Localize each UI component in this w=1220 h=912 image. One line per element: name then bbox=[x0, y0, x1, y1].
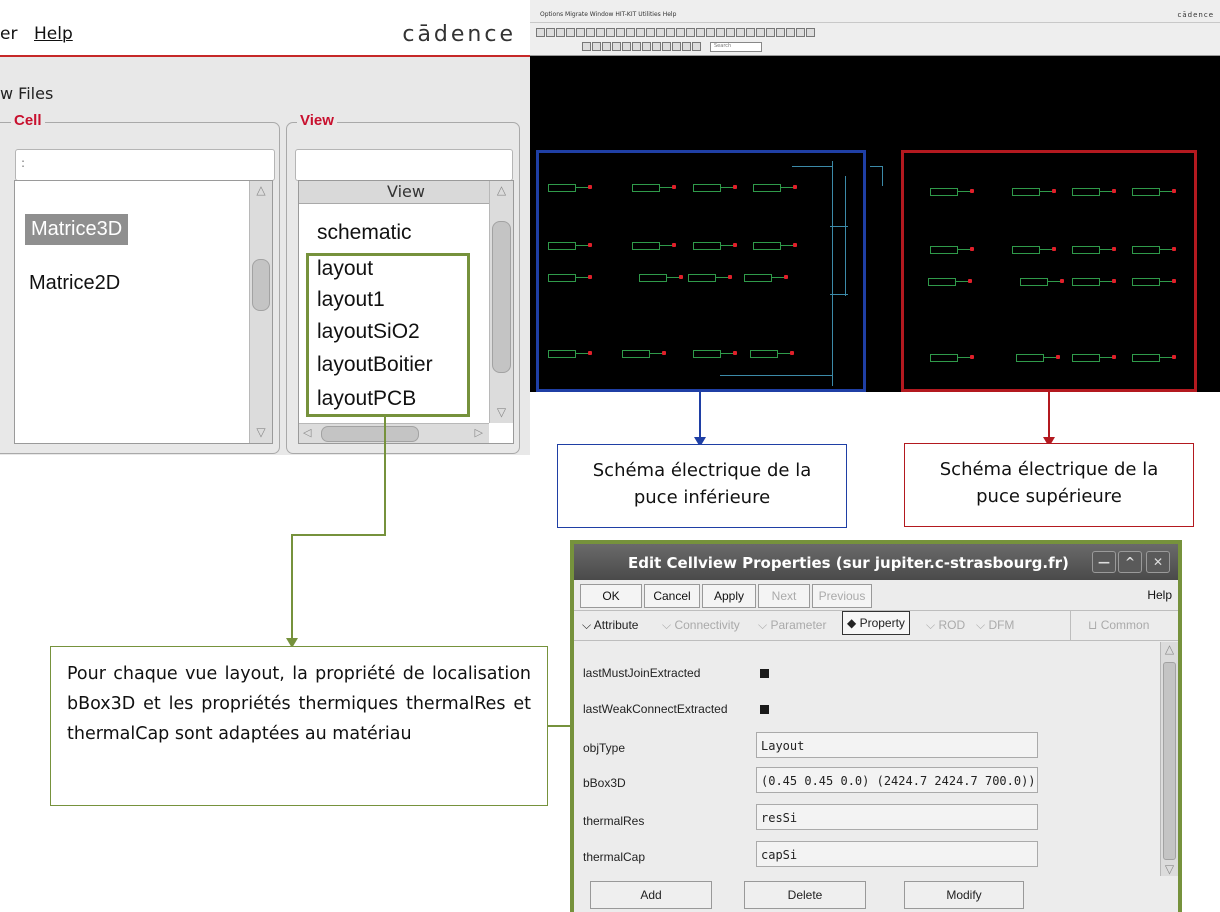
prop-label-objtype: objType bbox=[583, 741, 626, 755]
help-button[interactable]: Help bbox=[1128, 584, 1172, 606]
tab-dfm-label: DFM bbox=[988, 618, 1015, 632]
dialog-title: Edit Cellview Properties (sur jupiter.c-… bbox=[628, 554, 1069, 572]
dialog-titlebar: Edit Cellview Properties (sur jupiter.c-… bbox=[574, 544, 1178, 580]
prop-label-lastmustjoin: lastMustJoinExtracted bbox=[583, 666, 701, 680]
prop-check-lastmustjoin[interactable] bbox=[760, 669, 769, 678]
common-checkbox-label: Common bbox=[1100, 618, 1150, 632]
tab-parameter-label: Parameter bbox=[770, 618, 827, 632]
tab-property[interactable]: ◆ Property bbox=[842, 611, 910, 635]
upper-chip-callout-text: Schéma électrique de la puce supérieure bbox=[939, 459, 1159, 507]
tab-dfm[interactable]: ⌵ DFM bbox=[976, 618, 1014, 633]
prop-field-bbox3d[interactable]: (0.45 0.45 0.0) (2424.7 2424.7 700.0)) bbox=[756, 767, 1038, 793]
prop-label-bbox3d: bBox3D bbox=[583, 776, 626, 790]
tab-attribute[interactable]: ⌵ Attribute bbox=[582, 618, 638, 633]
maximize-icon[interactable]: ^ bbox=[1118, 551, 1142, 573]
chevron-down-icon: ⌵ bbox=[582, 618, 594, 632]
scroll-down-icon[interactable]: ▽ bbox=[1161, 862, 1178, 876]
tab-attribute-label: Attribute bbox=[593, 618, 639, 632]
layout-note-text: Pour chaque vue layout, la propriété de … bbox=[67, 664, 531, 744]
chevron-down-icon: ⌵ bbox=[662, 618, 675, 632]
dialog-body: OK Cancel Apply Next Previous Help ⌵ Att… bbox=[574, 580, 1178, 912]
property-list: lastMustJoinExtracted lastWeakConnectExt… bbox=[574, 642, 1160, 876]
tab-connectivity-label: Connectivity bbox=[674, 618, 740, 632]
minimize-icon[interactable]: — bbox=[1092, 551, 1116, 573]
checkbox-icon: ⊔ bbox=[1088, 618, 1101, 632]
prop-field-thermalcap[interactable]: capSi bbox=[756, 841, 1038, 867]
cancel-button[interactable]: Cancel bbox=[644, 584, 700, 608]
tab-property-label: Property bbox=[859, 616, 905, 630]
tab-rod[interactable]: ⌵ ROD bbox=[926, 618, 965, 633]
chevron-down-icon: ⌵ bbox=[758, 618, 771, 632]
diamond-icon: ◆ bbox=[847, 616, 860, 630]
tab-rod-label: ROD bbox=[938, 618, 966, 632]
common-checkbox[interactable]: ⊔ Common bbox=[1088, 618, 1149, 632]
ok-button[interactable]: OK bbox=[580, 584, 642, 608]
scroll-up-icon[interactable]: △ bbox=[1161, 642, 1178, 656]
previous-button[interactable]: Previous bbox=[812, 584, 872, 608]
chevron-down-icon: ⌵ bbox=[976, 618, 989, 632]
modify-button[interactable]: Modify bbox=[904, 881, 1024, 909]
layout-connector bbox=[291, 415, 386, 646]
upper-chip-callout: Schéma électrique de la puce supérieure bbox=[904, 443, 1194, 527]
lower-chip-callout-text: Schéma électrique de la puce inférieure bbox=[592, 460, 812, 508]
prop-label-lastweakconnect: lastWeakConnectExtracted bbox=[583, 702, 728, 716]
scroll-thumb[interactable] bbox=[1163, 662, 1176, 860]
prop-label-thermalcap: thermalCap bbox=[583, 850, 646, 864]
next-button[interactable]: Next bbox=[758, 584, 810, 608]
delete-button[interactable]: Delete bbox=[744, 881, 866, 909]
prop-field-thermalres[interactable]: resSi bbox=[756, 804, 1038, 830]
lower-chip-callout: Schéma électrique de la puce inférieure bbox=[557, 444, 847, 528]
tab-parameter[interactable]: ⌵ Parameter bbox=[758, 618, 826, 633]
tab-connectivity[interactable]: ⌵ Connectivity bbox=[662, 618, 740, 633]
layout-note-callout: Pour chaque vue layout, la propriété de … bbox=[50, 646, 548, 806]
prop-label-thermalres: thermalRes bbox=[583, 814, 645, 828]
property-list-scrollbar[interactable]: △ ▽ bbox=[1160, 642, 1178, 876]
chevron-down-icon: ⌵ bbox=[926, 618, 939, 632]
add-button[interactable]: Add bbox=[590, 881, 712, 909]
close-icon[interactable]: ✕ bbox=[1146, 551, 1170, 573]
edit-cellview-properties-dialog: Edit Cellview Properties (sur jupiter.c-… bbox=[570, 540, 1182, 912]
prop-field-objtype[interactable]: Layout bbox=[756, 732, 1038, 758]
apply-button[interactable]: Apply bbox=[702, 584, 756, 608]
prop-check-lastweakconnect[interactable] bbox=[760, 705, 769, 714]
